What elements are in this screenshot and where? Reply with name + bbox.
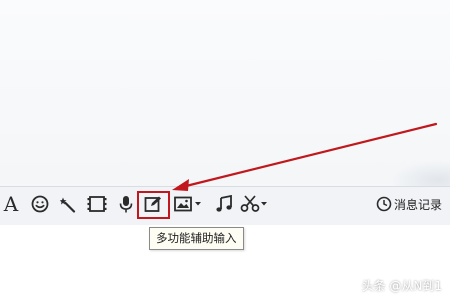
scissors-icon	[240, 195, 260, 212]
video-button[interactable]	[86, 193, 108, 215]
music-button[interactable]	[214, 193, 234, 215]
magic-button[interactable]	[58, 193, 78, 215]
microphone-icon	[119, 195, 133, 212]
screenshot-button[interactable]	[240, 193, 274, 215]
font-button[interactable]: A	[2, 193, 20, 215]
music-icon	[216, 195, 232, 212]
image-icon	[174, 196, 192, 212]
emoji-button[interactable]	[30, 193, 50, 215]
magic-wand-icon	[59, 197, 76, 213]
chevron-down-icon[interactable]	[260, 201, 268, 207]
video-icon	[87, 196, 107, 212]
watermark: 头条 @从N到1	[361, 279, 442, 293]
chat-history-area	[0, 0, 450, 186]
smiley-icon	[31, 195, 49, 213]
highlight-box	[137, 191, 170, 219]
chevron-down-icon[interactable]	[194, 201, 202, 207]
message-history-label: 消息记录	[394, 197, 443, 212]
clock-icon	[376, 196, 392, 212]
message-history-button[interactable]: 消息记录	[376, 193, 442, 215]
tooltip: 多功能辅助输入	[149, 227, 244, 250]
font-icon: A	[3, 192, 19, 216]
image-button[interactable]	[174, 193, 206, 215]
voice-button[interactable]	[116, 193, 136, 215]
